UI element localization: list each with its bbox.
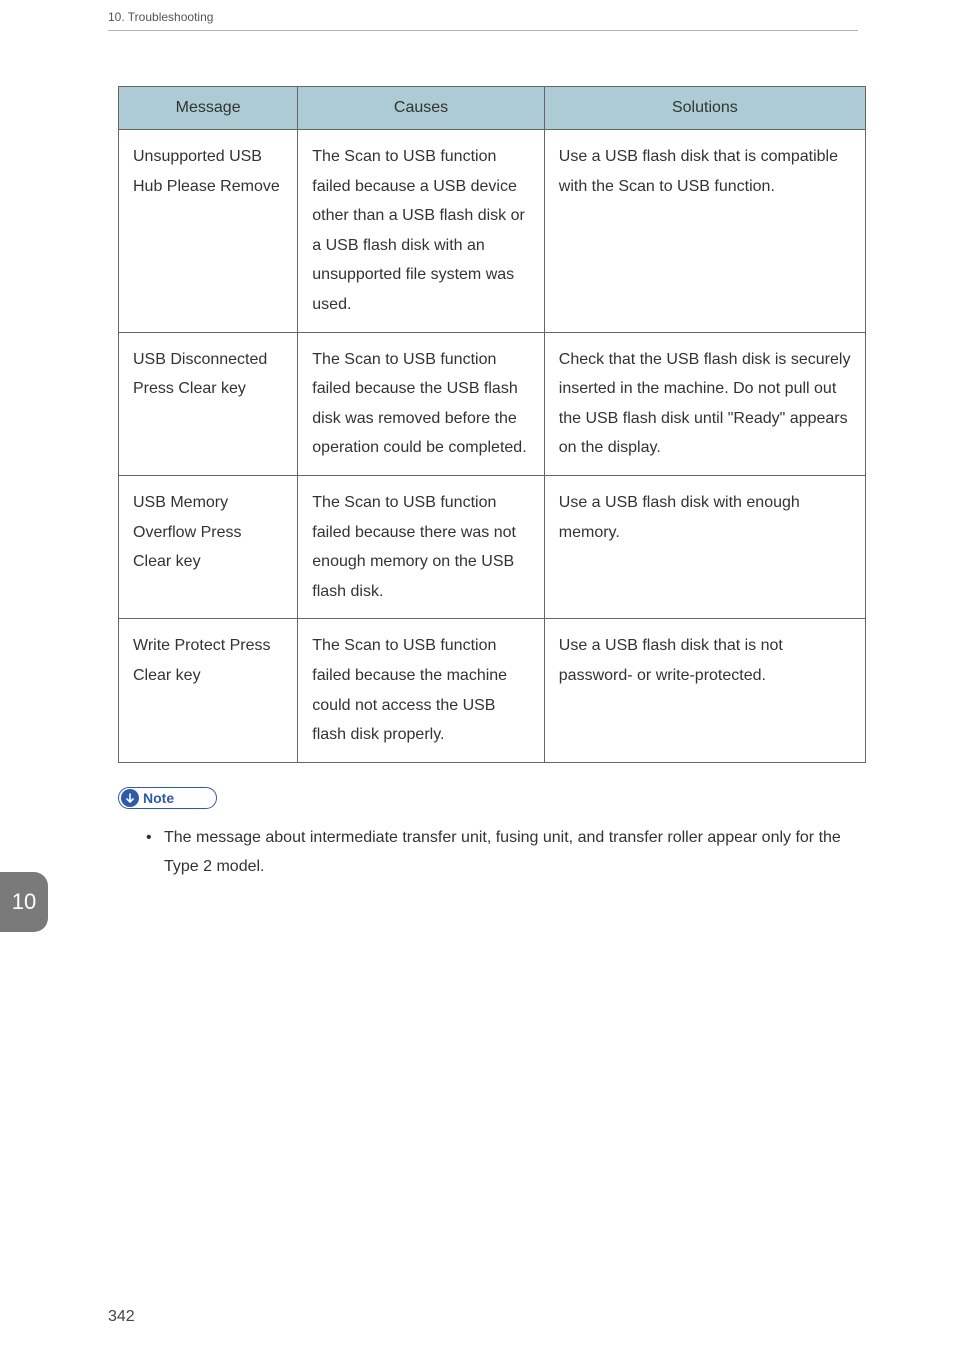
troubleshooting-table: Message Causes Solutions Unsupported USB… [118, 86, 866, 763]
cell-solutions: Use a USB flash disk that is not passwor… [544, 619, 865, 762]
page-header: 10. Troubleshooting [108, 10, 858, 31]
cell-solutions: Use a USB flash disk that is compatible … [544, 130, 865, 333]
note-list-item: The message about intermediate transfer … [146, 823, 866, 882]
header-message: Message [119, 87, 298, 130]
note-label: Note [143, 791, 174, 805]
main-content: Message Causes Solutions Unsupported USB… [118, 86, 866, 882]
down-arrow-icon [121, 789, 139, 807]
table-row: USB Disconnected Press Clear key The Sca… [119, 332, 866, 475]
table-header-row: Message Causes Solutions [119, 87, 866, 130]
table-row: USB Memory Overflow Press Clear key The … [119, 475, 866, 618]
cell-message: USB Disconnected Press Clear key [119, 332, 298, 475]
cell-message: Unsupported USB Hub Please Remove [119, 130, 298, 333]
cell-causes: The Scan to USB function failed because … [298, 619, 545, 762]
cell-causes: The Scan to USB function failed because … [298, 475, 545, 618]
cell-causes: The Scan to USB function failed because … [298, 332, 545, 475]
note-badge: Note [118, 787, 217, 809]
note-section: Note The message about intermediate tran… [118, 787, 866, 882]
cell-solutions: Use a USB flash disk with enough memory. [544, 475, 865, 618]
cell-causes: The Scan to USB function failed because … [298, 130, 545, 333]
cell-message: USB Memory Overflow Press Clear key [119, 475, 298, 618]
header-solutions: Solutions [544, 87, 865, 130]
chapter-number: 10 [12, 889, 36, 915]
note-body: The message about intermediate transfer … [118, 823, 866, 882]
chapter-tab: 10 [0, 872, 48, 932]
table-row: Unsupported USB Hub Please Remove The Sc… [119, 130, 866, 333]
cell-message: Write Protect Press Clear key [119, 619, 298, 762]
cell-solutions: Check that the USB flash disk is securel… [544, 332, 865, 475]
header-causes: Causes [298, 87, 545, 130]
page-number: 342 [108, 1308, 135, 1326]
table-row: Write Protect Press Clear key The Scan t… [119, 619, 866, 762]
chapter-title: 10. Troubleshooting [108, 10, 213, 24]
